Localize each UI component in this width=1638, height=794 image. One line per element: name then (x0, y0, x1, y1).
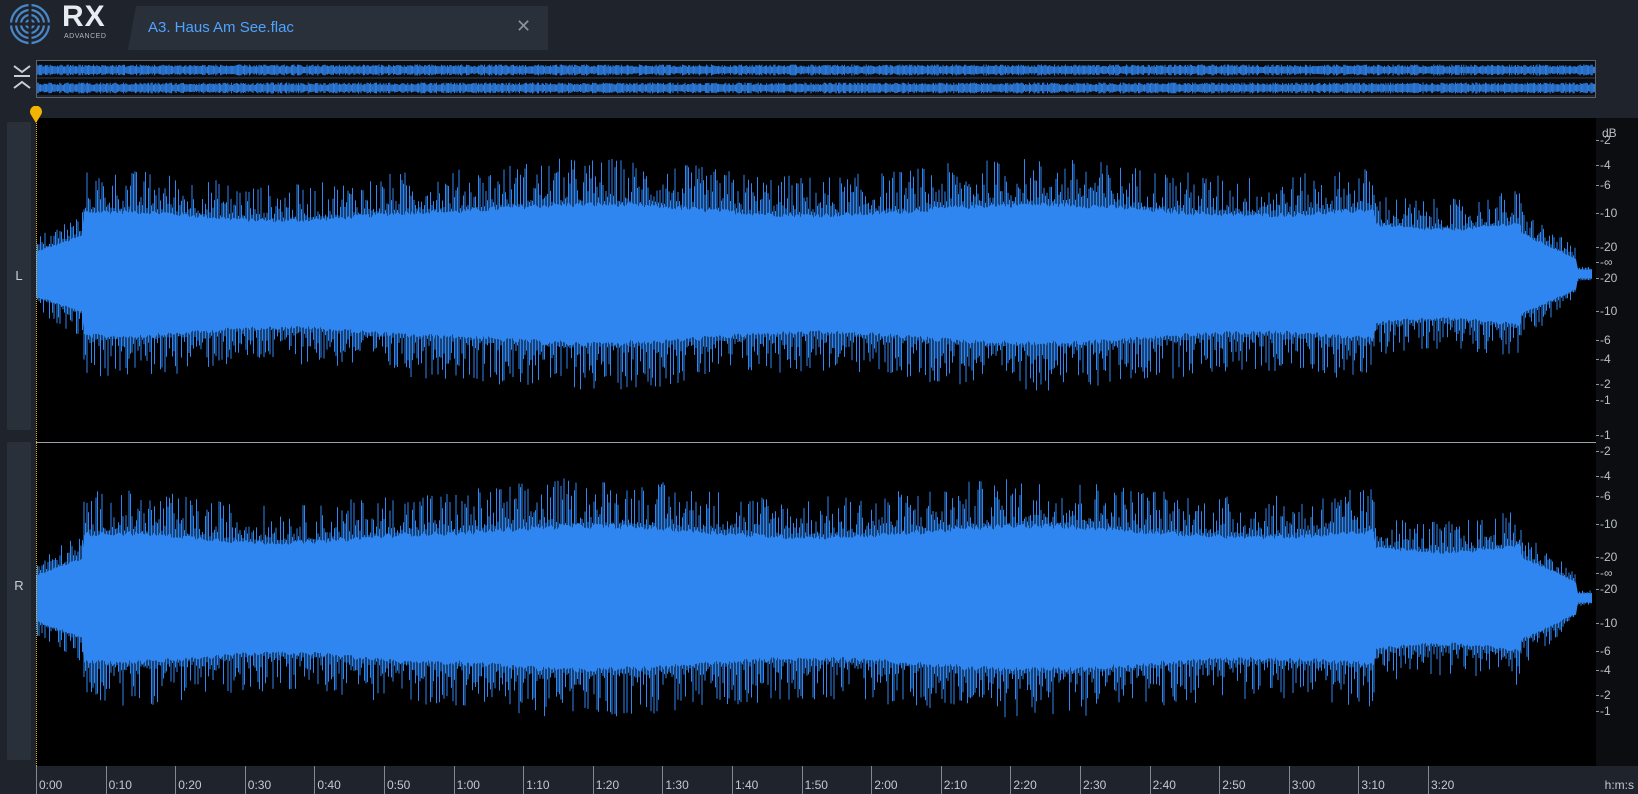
db-tick-left: -1 (1596, 393, 1611, 407)
time-tick-label: 3:10 (1361, 778, 1385, 792)
time-tick: 2:00 (871, 766, 898, 794)
channel-left-selector[interactable]: L (7, 122, 31, 430)
time-tick-label: 1:40 (735, 778, 759, 792)
channel-left-label: L (15, 268, 23, 283)
waveform-overview[interactable] (36, 60, 1596, 98)
time-tick-label: 1:50 (804, 778, 828, 792)
time-tick: 1:30 (662, 766, 689, 794)
time-tick: 1:50 (801, 766, 828, 794)
db-tick-left: -2 (1596, 377, 1611, 391)
db-tick-left: -6 (1596, 333, 1611, 347)
db-tick-left: -10 (1595, 304, 1618, 318)
logo-text: RX (62, 0, 106, 33)
time-tick: 2:20 (1010, 766, 1037, 794)
top-bar: RX ADVANCED A3. Haus Am See.flac ✕ (0, 0, 1638, 50)
time-tick-label: 2:00 (874, 778, 898, 792)
time-tick-label: 0:10 (108, 778, 132, 792)
time-tick: 0:00 (36, 766, 62, 794)
db-tick-left: -2 (1596, 133, 1611, 147)
main-waveform-panel: L R dB -2 -4 -6 -10 -20 -∞ -20 -10 -6 -4 -2 -1 -1 -2… (0, 105, 1638, 794)
time-tick: 1:00 (453, 766, 480, 794)
time-tick-label: 0:30 (247, 778, 272, 792)
db-tick-right: -2 (1596, 688, 1611, 702)
db-tick-right: -6 (1596, 644, 1611, 658)
time-tick: 1:40 (732, 766, 758, 794)
time-tick-label: 3:20 (1431, 778, 1455, 792)
time-tick: 0:10 (105, 766, 132, 794)
db-tick-right: -1 (1596, 428, 1611, 442)
time-ruler[interactable]: 0:00 0:10 0:20 0:30 0:40 0:50 1:00 1:10 1:20 1:30… (36, 766, 1638, 794)
db-tick-left: -20 (1595, 271, 1618, 285)
playhead-marker-icon[interactable] (29, 105, 43, 124)
db-tick-right: -10 (1595, 616, 1618, 630)
db-tick-left: -20 (1595, 240, 1618, 254)
time-tick: 1:20 (592, 766, 619, 794)
logo-subtext: ADVANCED (64, 33, 107, 40)
time-tick-label: 3:00 (1291, 778, 1316, 792)
channel-divider (36, 442, 1631, 443)
db-tick-right: -20 (1595, 550, 1618, 564)
collapse-expand-icon[interactable] (10, 60, 34, 96)
close-icon[interactable]: ✕ (516, 16, 531, 37)
time-tick-label: 1:30 (665, 778, 689, 792)
time-tick: 1:10 (523, 766, 550, 794)
time-unit-label: h:m:s (1604, 778, 1634, 792)
time-tick-label: 0:00 (39, 778, 63, 792)
time-tick-label: 0:50 (387, 778, 411, 792)
time-tick-label: 1:00 (456, 778, 480, 792)
db-tick-left: -10 (1595, 206, 1618, 220)
rx-logo: RX ADVANCED (8, 0, 106, 45)
db-tick-left: -∞ (1596, 255, 1613, 269)
db-tick-right: -10 (1595, 517, 1618, 531)
time-tick-label: 1:10 (526, 778, 550, 792)
time-tick: 2:50 (1219, 766, 1246, 794)
db-tick-right: -6 (1596, 489, 1611, 503)
overview-waveform (37, 64, 1595, 97)
playhead-line (36, 118, 37, 766)
db-tick-right: -∞ (1596, 566, 1613, 580)
db-tick-right: -4 (1596, 663, 1611, 677)
rx-spiral-logo-icon (9, 3, 51, 45)
time-tick: 0:50 (384, 766, 410, 794)
time-tick: 3:00 (1288, 766, 1315, 794)
time-tick: 0:40 (314, 766, 341, 794)
db-tick-right: -4 (1596, 469, 1611, 483)
time-tick: 0:30 (244, 766, 271, 794)
file-tab-title[interactable]: A3. Haus Am See.flac (148, 19, 294, 36)
time-tick: 2:40 (1149, 766, 1176, 794)
time-tick: 3:20 (1428, 766, 1454, 794)
time-tick-label: 0:20 (178, 778, 202, 792)
time-tick-label: 2:30 (1083, 778, 1107, 792)
time-tick-label: 0:40 (317, 778, 341, 792)
channel-right-label: R (14, 578, 24, 593)
db-tick-right: -20 (1595, 582, 1618, 596)
db-tick-left: -4 (1596, 158, 1611, 172)
time-tick-label: 2:20 (1013, 778, 1037, 792)
file-tab[interactable]: A3. Haus Am See.flac ✕ (128, 6, 548, 50)
time-tick: 2:10 (940, 766, 967, 794)
time-tick-label: 2:40 (1152, 778, 1176, 792)
time-tick: 2:30 (1080, 766, 1106, 794)
db-tick-right: -2 (1596, 444, 1611, 458)
db-tick-right: -1 (1596, 704, 1611, 718)
channel-right-selector[interactable]: R (7, 442, 31, 760)
db-scale: dB -2 -4 -6 -10 -20 -∞ -20 -10 -6 -4 -2 -1 -1 -2 -4 -6… (1595, 118, 1638, 766)
time-tick-label: 1:20 (595, 778, 620, 792)
time-tick: 3:10 (1358, 766, 1385, 794)
time-tick: 0:20 (175, 766, 202, 794)
db-tick-left: -4 (1596, 352, 1611, 366)
time-tick-label: 2:50 (1222, 778, 1246, 792)
time-tick-label: 2:10 (943, 778, 968, 792)
db-tick-left: -6 (1596, 178, 1611, 192)
